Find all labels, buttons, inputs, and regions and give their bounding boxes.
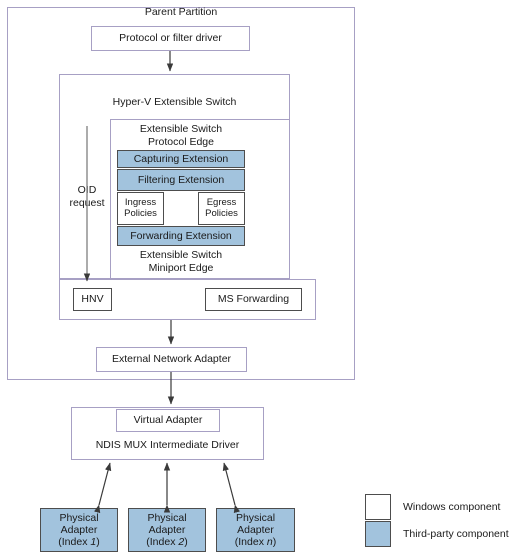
physical-adapter-1: Physical Adapter (Index 1) (40, 508, 118, 552)
ndis-mux-label: NDIS MUX Intermediate Driver (71, 439, 264, 452)
external-network-adapter-label: External Network Adapter (111, 353, 232, 366)
physical-adapter-2-line2: Adapter (148, 523, 186, 536)
physical-adapter-n-index-suffix: ) (272, 536, 277, 549)
protocol-edge-line1: Extensible Switch (139, 123, 223, 135)
oid-request-label: OID request (60, 184, 114, 209)
filtering-extension-label: Filtering Extension (137, 173, 225, 186)
legend-windows-label: Windows component (403, 501, 501, 513)
hnv-box: HNV (73, 288, 112, 311)
ingress-policies-line1: Ingress (124, 196, 157, 208)
protocol-or-filter-driver-label: Protocol or filter driver (119, 32, 222, 45)
oid-request-line1: OID (77, 184, 97, 196)
arrow-ndis-to-physical-adapter-n (222, 462, 240, 514)
extensible-switch-protocol-edge-label: Extensible Switch Protocol Edge (117, 123, 245, 148)
virtual-adapter-box: Virtual Adapter (116, 409, 220, 432)
forwarding-extension-label: Forwarding Extension (130, 229, 232, 242)
legend-third-party-swatch (365, 521, 391, 547)
physical-adapter-2: Physical Adapter (Index 2) (128, 508, 206, 552)
physical-adapter-1-index: (Index 1) (58, 536, 99, 548)
physical-adapter-n-line2: Adapter (237, 523, 274, 536)
external-network-adapter-box: External Network Adapter (96, 347, 247, 372)
egress-policies-line1: Egress (206, 196, 237, 208)
physical-adapter-1-index-prefix: (Index (58, 536, 91, 549)
physical-adapter-n: Physical Adapter (Index n) (216, 508, 295, 552)
physical-adapter-n-index: (Index n) (235, 536, 276, 548)
egress-policies-box: Egress Policies (198, 192, 245, 225)
hnv-label: HNV (81, 293, 104, 306)
extensible-switch-miniport-edge-label: Extensible Switch Miniport Edge (117, 249, 245, 274)
ms-forwarding-box: MS Forwarding (205, 288, 302, 311)
capturing-extension-label: Capturing Extension (133, 152, 229, 165)
physical-adapter-1-line1: Physical (59, 511, 99, 524)
physical-adapter-1-index-suffix: ) (96, 536, 100, 549)
ingress-policies-line2: Policies (124, 207, 157, 219)
hyper-v-extensible-switch-text: Hyper-V Extensible Switch (112, 96, 237, 108)
capturing-extension-box: Capturing Extension (117, 150, 245, 168)
virtual-adapter-label: Virtual Adapter (133, 414, 203, 427)
filtering-extension-box: Filtering Extension (117, 169, 245, 191)
protocol-edge-line2: Protocol Edge (148, 135, 214, 148)
ndis-mux-text: NDIS MUX Intermediate Driver (95, 439, 240, 451)
physical-adapter-1-line2: Adapter (60, 523, 98, 536)
physical-adapter-2-index-suffix: ) (184, 536, 188, 549)
ingress-policies-box: Ingress Policies (117, 192, 164, 225)
physical-adapter-2-line1: Physical (147, 511, 187, 524)
legend-third-party-label: Third-party component (403, 528, 509, 540)
egress-policies-line2: Policies (205, 207, 238, 219)
protocol-or-filter-driver-box: Protocol or filter driver (91, 26, 250, 51)
oid-request-line2: request (69, 196, 105, 209)
ms-forwarding-label: MS Forwarding (217, 293, 290, 306)
physical-adapter-2-index-prefix: (Index (146, 536, 179, 549)
physical-adapter-n-index-prefix: (Index (234, 536, 267, 549)
forwarding-extension-box: Forwarding Extension (117, 226, 245, 246)
miniport-edge-line2: Miniport Edge (148, 261, 214, 274)
physical-adapter-n-line1: Physical (235, 511, 276, 524)
legend-windows-swatch (365, 494, 391, 520)
parent-partition-label: Parent Partition (144, 6, 218, 18)
physical-adapter-2-index: (Index 2) (146, 536, 187, 548)
arrow-ndis-to-physical-adapter-1 (94, 462, 112, 514)
diagram-canvas: Parent Partition Protocol or filter driv… (0, 0, 511, 555)
hyper-v-extensible-switch-label: Hyper-V Extensible Switch (59, 93, 290, 113)
miniport-edge-line1: Extensible Switch (139, 249, 223, 261)
